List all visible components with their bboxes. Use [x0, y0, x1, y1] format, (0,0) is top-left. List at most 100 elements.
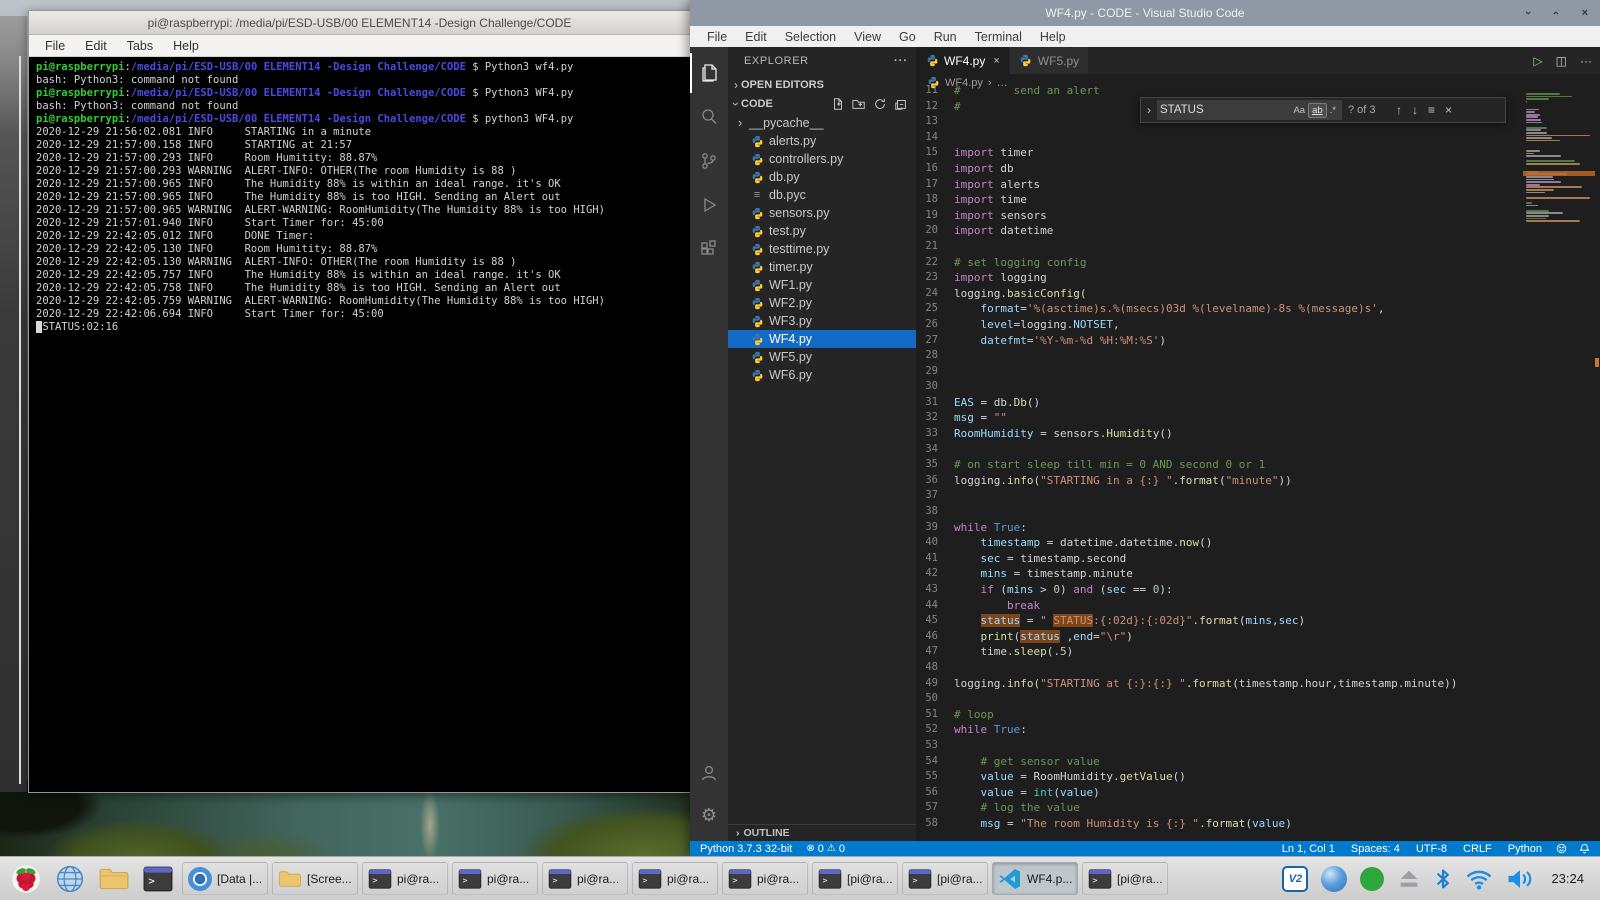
extensions-icon[interactable]	[690, 229, 728, 269]
find-input[interactable]	[1160, 104, 1290, 116]
taskbar-button-4-pi-ra[interactable]: >pi@ra...	[542, 862, 628, 895]
terminal-menu-edit[interactable]: Edit	[85, 39, 107, 53]
tab-close-icon[interactable]: ×	[993, 55, 999, 67]
outline-section[interactable]: › OUTLINE	[728, 824, 916, 841]
terminal-menu-help[interactable]: Help	[173, 39, 199, 53]
minimize-icon[interactable]: ›	[1522, 11, 1534, 15]
find-previous-icon[interactable]: ↑	[1394, 103, 1404, 117]
file-item-sensors-py[interactable]: sensors.py	[728, 204, 916, 222]
taskbar-button-10-pi-ra[interactable]: >[pi@ra...	[1082, 862, 1168, 895]
terminal-menu-tabs[interactable]: Tabs	[127, 39, 153, 53]
file-item-db-pyc[interactable]: ≡db.pyc	[728, 186, 916, 204]
taskbar-button-3-pi-ra[interactable]: >pi@ra...	[452, 862, 538, 895]
maximize-icon[interactable]: ›	[1550, 11, 1562, 15]
taskbar-button-9-wf4-p[interactable]: WF4.p...	[992, 862, 1078, 895]
taskbar-button-2-pi-ra[interactable]: >pi@ra...	[362, 862, 448, 895]
open-editors-section[interactable]: › OPEN EDITORS	[728, 75, 916, 94]
folder-section-code[interactable]: › CODE	[728, 94, 916, 113]
file-item-wf3-py[interactable]: WF3.py	[728, 312, 916, 330]
wifi-icon[interactable]	[1465, 867, 1493, 891]
source-control-icon[interactable]	[690, 141, 728, 181]
file-item-pycache[interactable]: ›__pycache__	[728, 114, 916, 132]
new-file-icon[interactable]	[831, 97, 845, 111]
vscode-menu-view[interactable]: View	[845, 30, 890, 44]
vscode-menu-go[interactable]: Go	[890, 30, 925, 44]
status-crlf[interactable]: CRLF	[1463, 843, 1492, 855]
taskbar-button-1-scree[interactable]: [Scree...	[272, 862, 358, 895]
tab-wf4-py[interactable]: WF4.py×	[916, 47, 1010, 74]
explorer-more-actions-icon[interactable]: ···	[894, 55, 908, 67]
file-item-wf4-py[interactable]: WF4.py	[728, 330, 916, 348]
new-folder-icon[interactable]	[852, 97, 866, 111]
terminal-launcher[interactable]: >	[138, 861, 178, 897]
volume-icon[interactable]	[1506, 867, 1534, 891]
status-problems[interactable]: ⊗ 0 ⚠ 0	[806, 843, 845, 855]
tab-wf5-py[interactable]: WF5.py	[1010, 47, 1089, 74]
explorer-icon[interactable]	[690, 53, 728, 93]
status-utf-8[interactable]: UTF-8	[1416, 843, 1447, 855]
regex-icon[interactable]: .*	[1327, 104, 1339, 117]
close-icon[interactable]: ×	[1582, 7, 1588, 19]
status-spaces-4[interactable]: Spaces: 4	[1351, 843, 1400, 855]
vscode-menu-terminal[interactable]: Terminal	[966, 30, 1031, 44]
run-file-icon[interactable]: ▷	[1533, 54, 1542, 68]
minimap[interactable]	[1523, 91, 1595, 841]
match-case-icon[interactable]: Aa	[1290, 104, 1308, 117]
file-item-wf5-py[interactable]: WF5.py	[728, 348, 916, 366]
file-manager-launcher[interactable]	[94, 861, 134, 897]
settings-gear-icon[interactable]: ⚙	[690, 795, 728, 835]
status-python[interactable]: Python	[1508, 843, 1542, 855]
start-menu-button[interactable]	[6, 861, 46, 897]
terminal-menu-file[interactable]: File	[45, 39, 65, 53]
file-item-wf2-py[interactable]: WF2.py	[728, 294, 916, 312]
vscode-menu-help[interactable]: Help	[1031, 30, 1075, 44]
feedback-smiley-icon[interactable]	[1556, 843, 1567, 854]
taskbar-button-7-pi-ra[interactable]: >[pi@ra...	[812, 862, 898, 895]
vscode-menu-file[interactable]: File	[698, 30, 736, 44]
overview-ruler[interactable]	[1594, 91, 1600, 841]
file-item-test-py[interactable]: test.py	[728, 222, 916, 240]
notifications-bell-icon[interactable]	[1579, 843, 1590, 854]
split-editor-icon[interactable]: ◫	[1556, 54, 1567, 68]
browser-launcher[interactable]	[50, 861, 90, 897]
find-in-selection-icon[interactable]: ≡	[1426, 103, 1437, 117]
clock[interactable]: 23:24	[1551, 871, 1584, 886]
find-close-icon[interactable]: ×	[1443, 103, 1454, 117]
file-item-wf1-py[interactable]: WF1.py	[728, 276, 916, 294]
file-item-alerts-py[interactable]: alerts.py	[728, 132, 916, 150]
vscode-menu-run[interactable]: Run	[925, 30, 966, 44]
status-python-version[interactable]: Python 3.7.3 32-bit	[700, 843, 792, 855]
taskbar-button-0-data[interactable]: [Data |...	[182, 862, 268, 895]
find-expand-chevron-icon[interactable]: ›	[1147, 103, 1151, 117]
file-item-testtime-py[interactable]: testtime.py	[728, 240, 916, 258]
minimap-line	[1526, 93, 1560, 95]
taskbar-button-5-pi-ra[interactable]: >pi@ra...	[632, 862, 718, 895]
vnc-tray-icon[interactable]: V2	[1282, 866, 1308, 892]
vscode-menu-edit[interactable]: Edit	[736, 30, 776, 44]
editor-more-actions-icon[interactable]: ···	[1580, 54, 1592, 68]
file-item-db-py[interactable]: db.py	[728, 168, 916, 186]
vscode-menu-selection[interactable]: Selection	[776, 30, 845, 44]
bluetooth-icon[interactable]	[1434, 867, 1452, 891]
status-green-icon[interactable]	[1360, 867, 1384, 891]
taskbar-button-6-pi-ra[interactable]: >pi@ra...	[722, 862, 808, 895]
terminal-output[interactable]: pi@raspberrypi:/media/pi/ESD-USB/00 ELEM…	[29, 57, 690, 334]
line-number: 24	[916, 286, 954, 302]
search-icon[interactable]	[690, 97, 728, 137]
file-item-wf6-py[interactable]: WF6.py	[728, 366, 916, 384]
vscode-titlebar[interactable]: WF4.py - CODE - Visual Studio Code › › ×	[690, 0, 1600, 26]
refresh-icon[interactable]	[873, 97, 887, 111]
whole-word-icon[interactable]: ab	[1308, 103, 1327, 118]
terminal-titlebar[interactable]: pi@raspberrypi: /media/pi/ESD-USB/00 ELE…	[29, 11, 690, 35]
file-item-timer-py[interactable]: timer.py	[728, 258, 916, 276]
collapse-all-icon[interactable]	[894, 97, 908, 111]
account-icon[interactable]	[690, 753, 728, 793]
code-editor[interactable]: 11# send an alert12#131415import timer16…	[916, 83, 1600, 841]
eject-icon[interactable]	[1397, 867, 1421, 891]
run-debug-icon[interactable]	[690, 185, 728, 225]
chromium-tray-icon[interactable]	[1321, 866, 1347, 892]
file-item-controllers-py[interactable]: controllers.py	[728, 150, 916, 168]
find-next-icon[interactable]: ↓	[1410, 103, 1420, 117]
taskbar-button-8-pi-ra[interactable]: >[pi@ra...	[902, 862, 988, 895]
status-ln-1-col-1[interactable]: Ln 1, Col 1	[1282, 843, 1335, 855]
